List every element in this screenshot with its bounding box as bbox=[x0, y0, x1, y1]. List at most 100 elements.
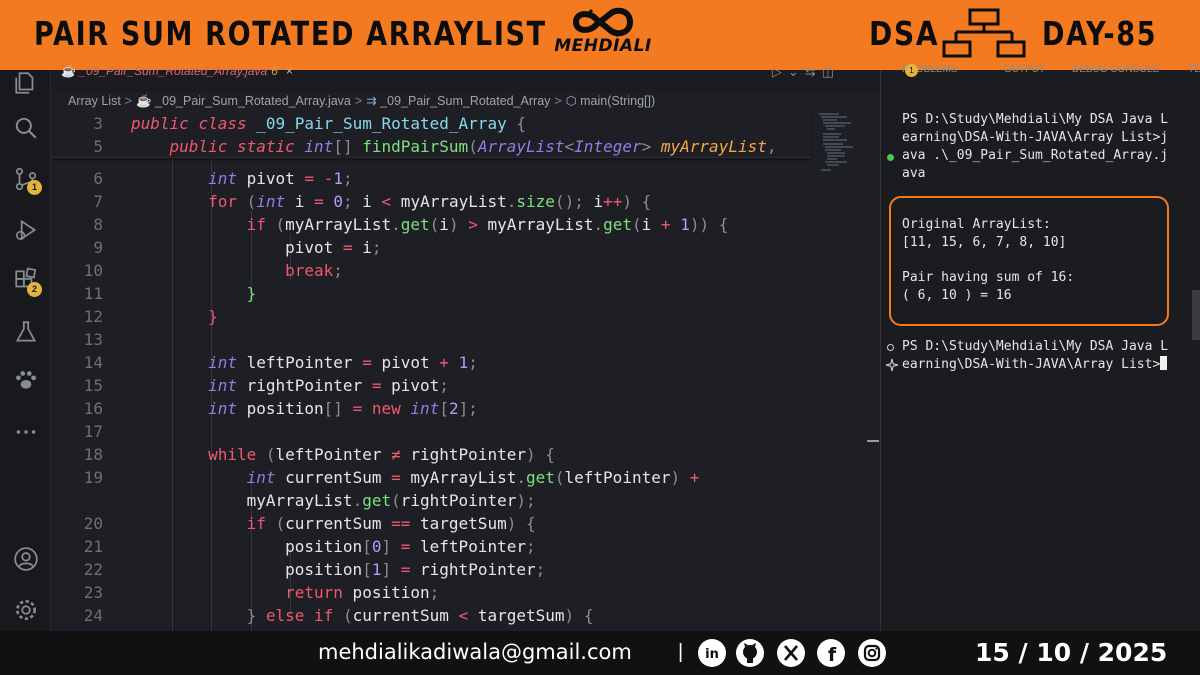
day-label: DAY-85 bbox=[1042, 14, 1158, 53]
tab-pair-sum-file[interactable]: ☕ _09_Pair_Sum_Rotated_Array.java 6 × bbox=[61, 64, 293, 86]
minimap[interactable] bbox=[817, 112, 867, 192]
line-number: 7 bbox=[93, 192, 103, 211]
footer-bar: mehdialikadiwala@gmail.com | in f 15 / 1… bbox=[0, 631, 1200, 675]
footer-separator: | bbox=[678, 641, 684, 663]
breadcrumb-folder[interactable]: Array List bbox=[68, 94, 121, 108]
brand-name: MEHDIALI bbox=[554, 36, 652, 56]
breadcrumb-file[interactable]: _09_Pair_Sum_Rotated_Array.java bbox=[155, 94, 351, 108]
terminal-cursor bbox=[1160, 356, 1168, 370]
code-line: 13 bbox=[51, 328, 811, 351]
line-number: 5 bbox=[93, 137, 103, 156]
tab-problem-count: 6 bbox=[271, 64, 278, 78]
github-icon[interactable] bbox=[736, 639, 764, 667]
code-line: 24 } else if (currentSum < targetSum) { bbox=[51, 604, 811, 627]
terminal-command-line: earning\DSA-With-JAVA\Array List>j bbox=[902, 130, 1169, 145]
chevron-right-icon: > bbox=[354, 94, 363, 108]
post-date: 15 / 10 / 2025 bbox=[975, 638, 1168, 667]
line-number: 3 bbox=[93, 114, 103, 133]
more-icon[interactable] bbox=[13, 419, 39, 445]
code-line: 10 break; bbox=[51, 259, 811, 282]
code-line: 6 int pivot = -1; bbox=[51, 167, 811, 190]
split-compare-icon[interactable]: ⇆ bbox=[805, 64, 822, 79]
output-pair: ( 6, 10 ) = 16 bbox=[902, 288, 1012, 303]
line-number: 19 bbox=[83, 468, 103, 487]
settings-gear-icon[interactable] bbox=[13, 597, 39, 623]
paw-icon[interactable] bbox=[13, 367, 39, 393]
code-line: 14 int leftPointer = pivot + 1; bbox=[51, 351, 811, 374]
line-number: 12 bbox=[83, 307, 103, 326]
split-editor-icon[interactable]: ◫ bbox=[822, 64, 840, 79]
line-number: 22 bbox=[83, 560, 103, 579]
contact-email[interactable]: mehdialikadiwala@gmail.com bbox=[318, 640, 632, 664]
line-number: 15 bbox=[83, 376, 103, 395]
code-editor[interactable]: 3 public class _09_Pair_Sum_Rotated_Array… bbox=[51, 112, 880, 631]
terminal-panel: PROBLEMS 1 OUTPUT DEBUG CONSOLE TE PS D:\… bbox=[880, 64, 1200, 631]
tab-terminal[interactable]: TE bbox=[1188, 64, 1200, 75]
extensions-badge: 2 bbox=[27, 282, 42, 297]
code-line: 22 position[1] = rightPointer; bbox=[51, 558, 811, 581]
java-file-icon: ☕ bbox=[136, 94, 152, 108]
activity-bar: 1 2 bbox=[0, 70, 51, 631]
prompt-text: earning\DSA-With-JAVA\Array List> bbox=[902, 357, 1161, 372]
code-line: 19 int currentSum = myArrayList.get(left… bbox=[51, 466, 811, 489]
code-line: 8 if (myArrayList.get(i) > myArrayList.g… bbox=[51, 213, 811, 236]
code-line: myArrayList.get(rightPointer); bbox=[131, 491, 536, 510]
infinity-logo-icon bbox=[573, 7, 634, 38]
facebook-icon[interactable]: f bbox=[817, 639, 845, 667]
explorer-icon[interactable] bbox=[13, 70, 39, 96]
instagram-icon[interactable] bbox=[858, 639, 886, 667]
search-icon[interactable] bbox=[13, 115, 39, 141]
tab-output[interactable]: OUTPUT bbox=[1004, 64, 1045, 75]
success-status-dot bbox=[887, 154, 894, 161]
run-icon[interactable]: ▷⌄ bbox=[772, 64, 805, 79]
idle-status-dot bbox=[887, 344, 894, 351]
terminal-prompt-line: PS D:\Study\Mehdiali\My DSA Java L bbox=[902, 339, 1169, 354]
tab-close-icon[interactable]: × bbox=[286, 64, 293, 78]
account-icon[interactable] bbox=[13, 546, 39, 572]
sparkle-icon[interactable] bbox=[885, 358, 899, 372]
brand-logo: MEHDIALI bbox=[548, 6, 658, 66]
panel-tabs: PROBLEMS 1 OUTPUT DEBUG CONSOLE TE bbox=[881, 64, 1200, 78]
header-banner: PAIR SUM ROTATED ARRAYLIST MEHDIALI DSA … bbox=[0, 0, 1200, 70]
terminal-scrollbar[interactable] bbox=[1192, 290, 1200, 340]
source-control-badge: 1 bbox=[27, 180, 42, 195]
terminal-prompt-line[interactable]: earning\DSA-With-JAVA\Array List> bbox=[902, 356, 1168, 374]
code-line: 5 public static int[] findPairSum(ArrayL… bbox=[51, 135, 811, 158]
line-number: 9 bbox=[93, 238, 103, 257]
line-number: 16 bbox=[83, 399, 103, 418]
tab-debug-console[interactable]: DEBUG CONSOLE bbox=[1072, 64, 1159, 75]
tree-diagram-icon bbox=[942, 8, 1026, 58]
line-number: 20 bbox=[83, 514, 103, 533]
line-number: 13 bbox=[83, 330, 103, 349]
java-file-icon: ☕ bbox=[61, 64, 76, 78]
x-icon[interactable] bbox=[777, 639, 805, 667]
code-line: 17 bbox=[51, 420, 811, 443]
svg-text:f: f bbox=[828, 644, 837, 666]
editor-scroll-marker bbox=[867, 440, 879, 442]
line-number: 17 bbox=[83, 422, 103, 441]
code-line: 12 } bbox=[51, 305, 811, 328]
code-line: 11 } bbox=[51, 282, 811, 305]
code-line: 23 return position; bbox=[51, 581, 811, 604]
chevron-right-icon: > bbox=[554, 94, 562, 108]
code-line: 7 for (int i = 0; i < myArrayList.size()… bbox=[51, 190, 811, 213]
linkedin-icon[interactable]: in bbox=[698, 639, 726, 667]
topic-label: DSA bbox=[869, 14, 940, 53]
sticky-scroll-header: 3 public class _09_Pair_Sum_Rotated_Array… bbox=[51, 112, 811, 158]
line-number: 14 bbox=[83, 353, 103, 372]
svg-text:in: in bbox=[705, 647, 719, 662]
method-symbol-icon: ⬡ bbox=[565, 94, 577, 108]
run-debug-icon[interactable] bbox=[13, 217, 39, 243]
code-line: 3 public class _09_Pair_Sum_Rotated_Array… bbox=[51, 112, 811, 135]
breadcrumb-method[interactable]: main(String[]) bbox=[580, 94, 655, 108]
code-line: 16 int position[] = new int[2]; bbox=[51, 397, 811, 420]
code-line: 18 while (leftPointer ≠ rightPointer) { bbox=[51, 443, 811, 466]
tab-filename: _09_Pair_Sum_Rotated_Array.java bbox=[79, 64, 268, 78]
line-number: 11 bbox=[83, 284, 103, 303]
breadcrumb-class[interactable]: _09_Pair_Sum_Rotated_Array bbox=[380, 94, 550, 108]
problems-count-badge: 1 bbox=[905, 64, 918, 77]
line-number: 10 bbox=[83, 261, 103, 280]
breadcrumb: Array List > ☕ _09_Pair_Sum_Rotated_Array.… bbox=[51, 92, 880, 112]
line-number: 23 bbox=[83, 583, 103, 602]
testing-icon[interactable] bbox=[13, 319, 39, 345]
